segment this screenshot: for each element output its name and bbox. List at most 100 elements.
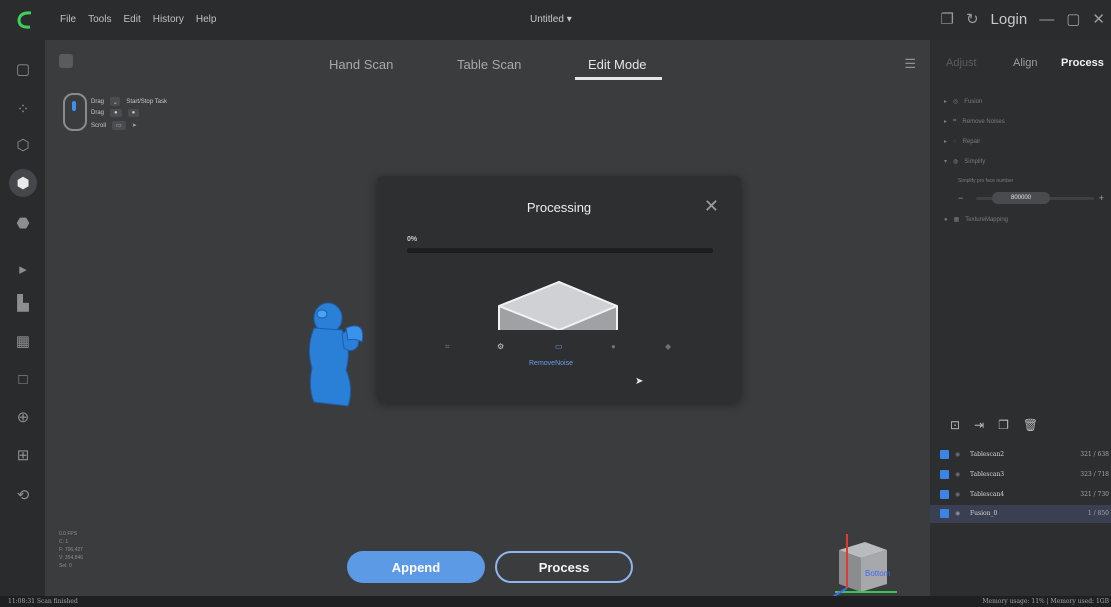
option-repair[interactable]: ▸ ◌ Repair — [944, 138, 980, 146]
tab-align[interactable]: Align — [1013, 57, 1037, 69]
scan-list-item-selected[interactable]: ◉ Fusion_0 1 / 850 — [930, 505, 1111, 523]
grid-icon[interactable]: ⊞ — [12, 444, 34, 466]
expand-icon: ● — [944, 216, 948, 223]
scan-list-item[interactable]: ◉ Tablescan2 321 / 638 — [930, 446, 1111, 464]
menu-help[interactable]: Help — [196, 14, 217, 25]
visibility-icon[interactable]: ◉ — [955, 451, 960, 458]
scan-stats: 321 / 730 — [1080, 491, 1109, 498]
menu-file[interactable]: File — [60, 14, 76, 25]
expand-icon: ▸ — [944, 139, 948, 145]
stat-faces: F: 706,427 — [59, 547, 83, 553]
tab-table-scan[interactable]: Table Scan — [457, 57, 521, 72]
visibility-icon[interactable]: ◉ — [955, 471, 960, 478]
option-texture-mapping[interactable]: ● ▦ TextureMapping — [944, 216, 1008, 224]
texture-cube-icon[interactable]: ⬣ — [12, 212, 34, 234]
mouse-help-action: Drag — [91, 98, 105, 105]
mouse-help-row: Drag ⎵ Start/Stop Task — [91, 97, 167, 106]
app-logo-icon — [17, 11, 32, 29]
close-icon[interactable]: ✕ — [704, 196, 719, 217]
mode-tabs: Hand Scan Table Scan Edit Mode ☰ — [45, 40, 930, 86]
stat-selected: Sel: 0 — [59, 563, 72, 569]
close-icon[interactable]: ✕ — [1092, 10, 1105, 28]
option-label: Remove Noises — [962, 118, 1005, 125]
refresh-icon[interactable]: ↻ — [966, 10, 979, 28]
menu-edit[interactable]: Edit — [123, 14, 140, 25]
window-controls: ❐ ↻ Login — ▢ ✕ — [941, 10, 1106, 29]
window-restore-icon[interactable]: ❐ — [941, 10, 954, 28]
stat-fps: 0.0 FPS — [59, 531, 78, 537]
step-settings-icon: ⚙ — [497, 342, 505, 351]
progress-percent: 0% — [407, 236, 418, 243]
menu-tools[interactable]: Tools — [88, 14, 111, 25]
memory-usage: Memory usage: 11% | Memory used: 1GB — [982, 598, 1109, 605]
import-icon[interactable]: ⊡ — [950, 418, 960, 432]
layout-icon[interactable] — [59, 54, 73, 68]
mesh-cube-icon[interactable]: ⬡ — [12, 134, 34, 156]
solid-cube-icon[interactable]: ⬢ — [9, 169, 37, 197]
right-panel: Adjust Align Process ▸ ◎ Fusion ▸ ⌗ Remove… — [930, 40, 1111, 596]
expand-icon: ▸ — [944, 119, 948, 125]
progress-bar — [407, 248, 713, 253]
processing-dialog: Processing ✕ 0% ⌗ ⚙ ▭ ● ◆ RemoveNoise — [377, 176, 741, 402]
process-button[interactable]: Process — [495, 551, 633, 583]
scan-name: Fusion_0 — [970, 510, 998, 517]
append-button[interactable]: Append — [347, 551, 485, 583]
scan-checkbox[interactable] — [940, 470, 949, 479]
scan-checkbox[interactable] — [940, 490, 949, 499]
status-bar: 11:08:31 Scan finished Memory usage: 11%… — [0, 596, 1111, 607]
cursor-arrow-icon: ➤ — [131, 123, 137, 129]
point-cloud-icon[interactable]: ⁘ — [12, 98, 34, 120]
plus-icon[interactable]: + — [1099, 193, 1104, 203]
maximize-icon[interactable]: ▢ — [1066, 10, 1080, 28]
option-fusion[interactable]: ▸ ◎ Fusion — [944, 98, 982, 106]
view-box-icon[interactable]: ▢ — [12, 58, 34, 80]
scan-list-item[interactable]: ◉ Tablescan4 321 / 730 — [930, 486, 1111, 504]
step-fusion-icon: ⌗ — [445, 342, 450, 351]
viewport-stats: 0.0 FPS C: 1 F: 706,427 V: 354,846 Sel: … — [59, 530, 83, 570]
minimize-icon[interactable]: — — [1039, 11, 1054, 28]
step-repair-icon: ● — [611, 342, 616, 351]
duplicate-icon[interactable]: ❐ — [998, 418, 1009, 432]
option-remove-noises[interactable]: ▸ ⌗ Remove Noises — [944, 118, 1005, 125]
scan-list-item[interactable]: ◉ Tablescan3 323 / 718 — [930, 466, 1111, 484]
delete-icon[interactable]: 🗑 — [1023, 418, 1038, 432]
minus-icon[interactable]: − — [958, 193, 963, 203]
visibility-icon[interactable]: ◉ — [955, 491, 960, 498]
expand-icon: ▸ — [944, 99, 948, 105]
checker-icon[interactable]: ▦ — [12, 330, 34, 352]
select-arrow-icon[interactable]: ▸ — [12, 258, 34, 280]
hamburger-menu-icon[interactable]: ☰ — [904, 56, 916, 72]
tab-process[interactable]: Process — [1061, 57, 1104, 69]
cube-face-label: Bottom — [865, 569, 891, 578]
tab-hand-scan[interactable]: Hand Scan — [329, 57, 393, 72]
scan-name: Tablescan3 — [970, 471, 1005, 478]
option-simplify[interactable]: ▾ ◍ Simplify — [944, 158, 986, 166]
orientation-cube[interactable]: Bottom — [825, 530, 905, 600]
rect-select-icon[interactable]: □ — [12, 368, 34, 390]
left-toolbar: ▢ ⁘ ⬡ ⬢ ⬣ ▸ ▙ ▦ □ ⊕ ⊞ ⟲ — [0, 40, 45, 596]
document-title[interactable]: Untitled ▾ — [530, 14, 572, 25]
status-message: 11:08:31 Scan finished — [8, 598, 78, 605]
visibility-icon[interactable]: ◉ — [955, 510, 960, 517]
login-button[interactable]: Login — [991, 11, 1028, 28]
scan-stats: 323 / 718 — [1080, 471, 1109, 478]
menu-history[interactable]: History — [153, 14, 184, 25]
export-icon[interactable]: ⇥ — [974, 418, 984, 432]
tab-edit-mode[interactable]: Edit Mode — [588, 57, 647, 72]
simplify-value[interactable]: 800000 — [992, 192, 1050, 204]
fusion-icon: ◎ — [953, 99, 959, 105]
brush-icon[interactable]: ▙ — [12, 292, 34, 314]
tab-adjust[interactable]: Adjust — [946, 57, 977, 69]
title-bar: File Tools Edit History Help Untitled ▾ … — [0, 0, 1111, 40]
process-steps: ⌗ ⚙ ▭ ● ◆ — [437, 342, 687, 362]
mouse-icon — [63, 93, 87, 131]
scan-checkbox[interactable] — [940, 509, 949, 518]
active-tab-indicator — [575, 77, 662, 80]
option-label: Simplify — [964, 158, 986, 165]
crosshair-icon[interactable]: ⊕ — [12, 406, 34, 428]
rotate-icon[interactable]: ⟲ — [12, 484, 34, 506]
scan-checkbox[interactable] — [940, 450, 949, 459]
step-remove-noise-icon: ▭ — [555, 342, 563, 351]
simplify-slider[interactable]: − 800000 + — [954, 192, 1104, 206]
panel-tabs: Adjust Align Process — [930, 40, 1111, 84]
